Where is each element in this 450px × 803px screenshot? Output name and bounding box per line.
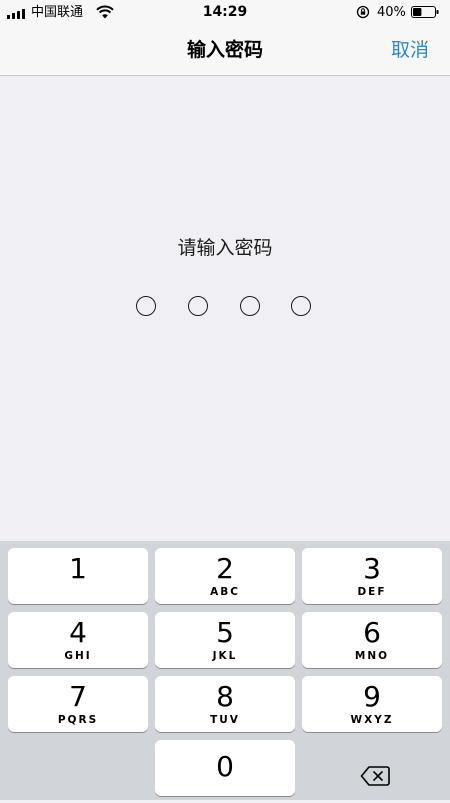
key-letters: TUV: [210, 714, 240, 726]
key-4[interactable]: 4 GHI: [8, 612, 148, 668]
page-title: 输入密码: [186, 39, 263, 61]
key-digit: 0: [216, 750, 234, 783]
key-6[interactable]: 6 MNO: [302, 612, 442, 668]
key-5[interactable]: 5 JKL: [155, 612, 295, 668]
key-0[interactable]: 0: [155, 740, 295, 796]
key-7[interactable]: 7 PQRS: [8, 676, 148, 732]
delete-button[interactable]: [302, 747, 442, 803]
cancel-button[interactable]: 取消: [391, 39, 429, 61]
passcode-dot: [136, 296, 156, 316]
passcode-prompt: 请输入密码: [177, 237, 273, 259]
key-8[interactable]: 8 TUV: [155, 676, 295, 732]
battery-icon: [411, 6, 439, 18]
numeric-keypad: 1 2 ABC 3 DEF 4 GHI 5 JKL 6 MNO 7 PQRS 8…: [0, 541, 450, 800]
key-2[interactable]: 2 ABC: [155, 548, 295, 604]
passcode-dot: [188, 296, 208, 316]
key-letters: PQRS: [57, 714, 99, 726]
key-letters: ABC: [210, 586, 240, 598]
key-3[interactable]: 3 DEF: [302, 548, 442, 604]
key-digit: 1: [69, 552, 87, 585]
key-9[interactable]: 9 WXYZ: [302, 676, 442, 732]
key-digit: 8: [216, 680, 234, 713]
passcode-dot: [291, 296, 311, 316]
rotation-lock-icon: [356, 5, 370, 19]
key-1[interactable]: 1: [8, 548, 148, 604]
passcode-dots: [0, 296, 450, 320]
key-letters: GHI: [64, 650, 92, 662]
key-digit: 7: [69, 680, 87, 713]
key-letters: JKL: [212, 650, 238, 662]
passcode-dot: [240, 296, 260, 316]
key-digit: 6: [363, 616, 381, 649]
key-letters: DEF: [357, 586, 387, 598]
key-digit: 9: [363, 680, 381, 713]
status-bar: 中国联通 14:29 40%: [0, 0, 450, 26]
battery-percentage: 40%: [377, 5, 406, 20]
key-digit: 2: [216, 552, 234, 585]
key-letters: MNO: [354, 650, 390, 662]
navigation-bar: 输入密码 取消: [0, 26, 450, 76]
key-letters: WXYZ: [350, 714, 394, 726]
key-digit: 5: [216, 616, 234, 649]
backspace-icon: [360, 766, 390, 786]
key-digit: 4: [69, 616, 87, 649]
key-digit: 3: [363, 552, 381, 585]
